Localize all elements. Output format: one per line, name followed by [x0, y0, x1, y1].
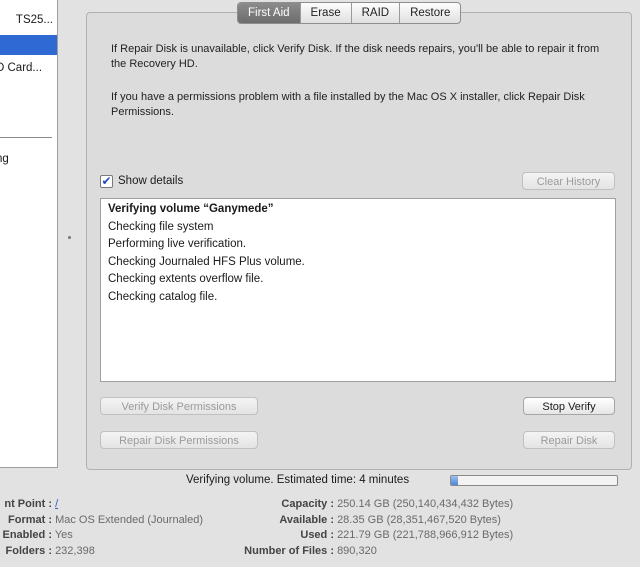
info-row-folders: Folders : 232,398: [5, 544, 95, 557]
log-line: Verifying volume “Ganymede”: [108, 203, 274, 215]
sidebar-item-label: D Card...: [0, 62, 43, 74]
tab-raid[interactable]: RAID: [350, 3, 399, 23]
show-details-label: Show details: [118, 175, 184, 187]
volume-info-right: Capacity : 250.14 GB (250,140,434,432 By…: [232, 497, 513, 559]
sidebar-item-volume-selected[interactable]: [0, 35, 57, 55]
mount-point-link[interactable]: /: [55, 498, 58, 510]
progress-fill: [451, 476, 458, 485]
stop-verify-button[interactable]: Stop Verify: [523, 397, 615, 415]
sidebar-item-log[interactable]: ng: [0, 149, 57, 169]
show-details-checkbox-row[interactable]: ✔ Show details: [100, 173, 183, 189]
progress-status-text: Verifying volume. Estimated time: 4 minu…: [186, 474, 410, 486]
log-line: Checking file system: [108, 220, 214, 233]
tab-restore[interactable]: Restore: [399, 3, 460, 23]
log-line: Checking extents overflow file.: [108, 273, 264, 285]
info-row-format: Format : Mac OS Extended (Journaled): [8, 513, 204, 526]
verify-disk-permissions-button[interactable]: Verify Disk Permissions: [100, 397, 258, 415]
info-row-used: Used : 221.79 GB (221,788,966,912 Bytes): [300, 529, 514, 541]
disk-list-sidebar[interactable]: TS25... D Card... ng: [0, 0, 58, 468]
log-line: Performing live verification.: [108, 238, 247, 250]
info-row-owners-enabled: Enabled : Yes: [2, 529, 73, 541]
volume-info-left: nt Point : / Format : Mac OS Extended (J…: [2, 497, 204, 559]
repair-disk-button[interactable]: Repair Disk: [523, 431, 615, 449]
info-row-mount-point: nt Point : /: [4, 498, 59, 510]
sidebar-item-label: TS25...: [15, 14, 53, 26]
instructions-permissions: If you have a permissions problem with a…: [111, 91, 585, 118]
tab-bar: First Aid Erase RAID Restore: [237, 2, 462, 24]
repair-disk-permissions-button[interactable]: Repair Disk Permissions: [100, 431, 258, 449]
tab-first-aid[interactable]: First Aid: [238, 3, 300, 23]
verify-progress-bar: [450, 475, 618, 486]
instructions-verify: If Repair Disk is unavailable, click Ver…: [111, 43, 600, 70]
sidebar-item-sd-card[interactable]: D Card...: [0, 58, 57, 78]
log-line: Checking Journaled HFS Plus volume.: [108, 255, 305, 268]
sidebar-item-label: ng: [0, 153, 9, 165]
show-details-checkbox[interactable]: ✔: [100, 174, 113, 188]
sidebar-item-disk[interactable]: TS25...: [0, 10, 57, 30]
verification-log[interactable]: Verifying volume “Ganymede” Checking fil…: [100, 198, 616, 382]
info-row-available: Available : 28.35 GB (28,351,467,520 Byt…: [279, 513, 501, 526]
sidebar-divider: [0, 137, 52, 138]
split-view-handle[interactable]: [68, 236, 71, 239]
info-row-number-of-files: Number of Files : 890,320: [244, 544, 377, 557]
clear-history-button[interactable]: Clear History: [522, 172, 615, 190]
info-row-capacity: Capacity : 250.14 GB (250,140,434,432 By…: [281, 498, 514, 510]
tab-erase[interactable]: Erase: [299, 3, 351, 23]
log-line: Checking catalog file.: [108, 290, 218, 303]
